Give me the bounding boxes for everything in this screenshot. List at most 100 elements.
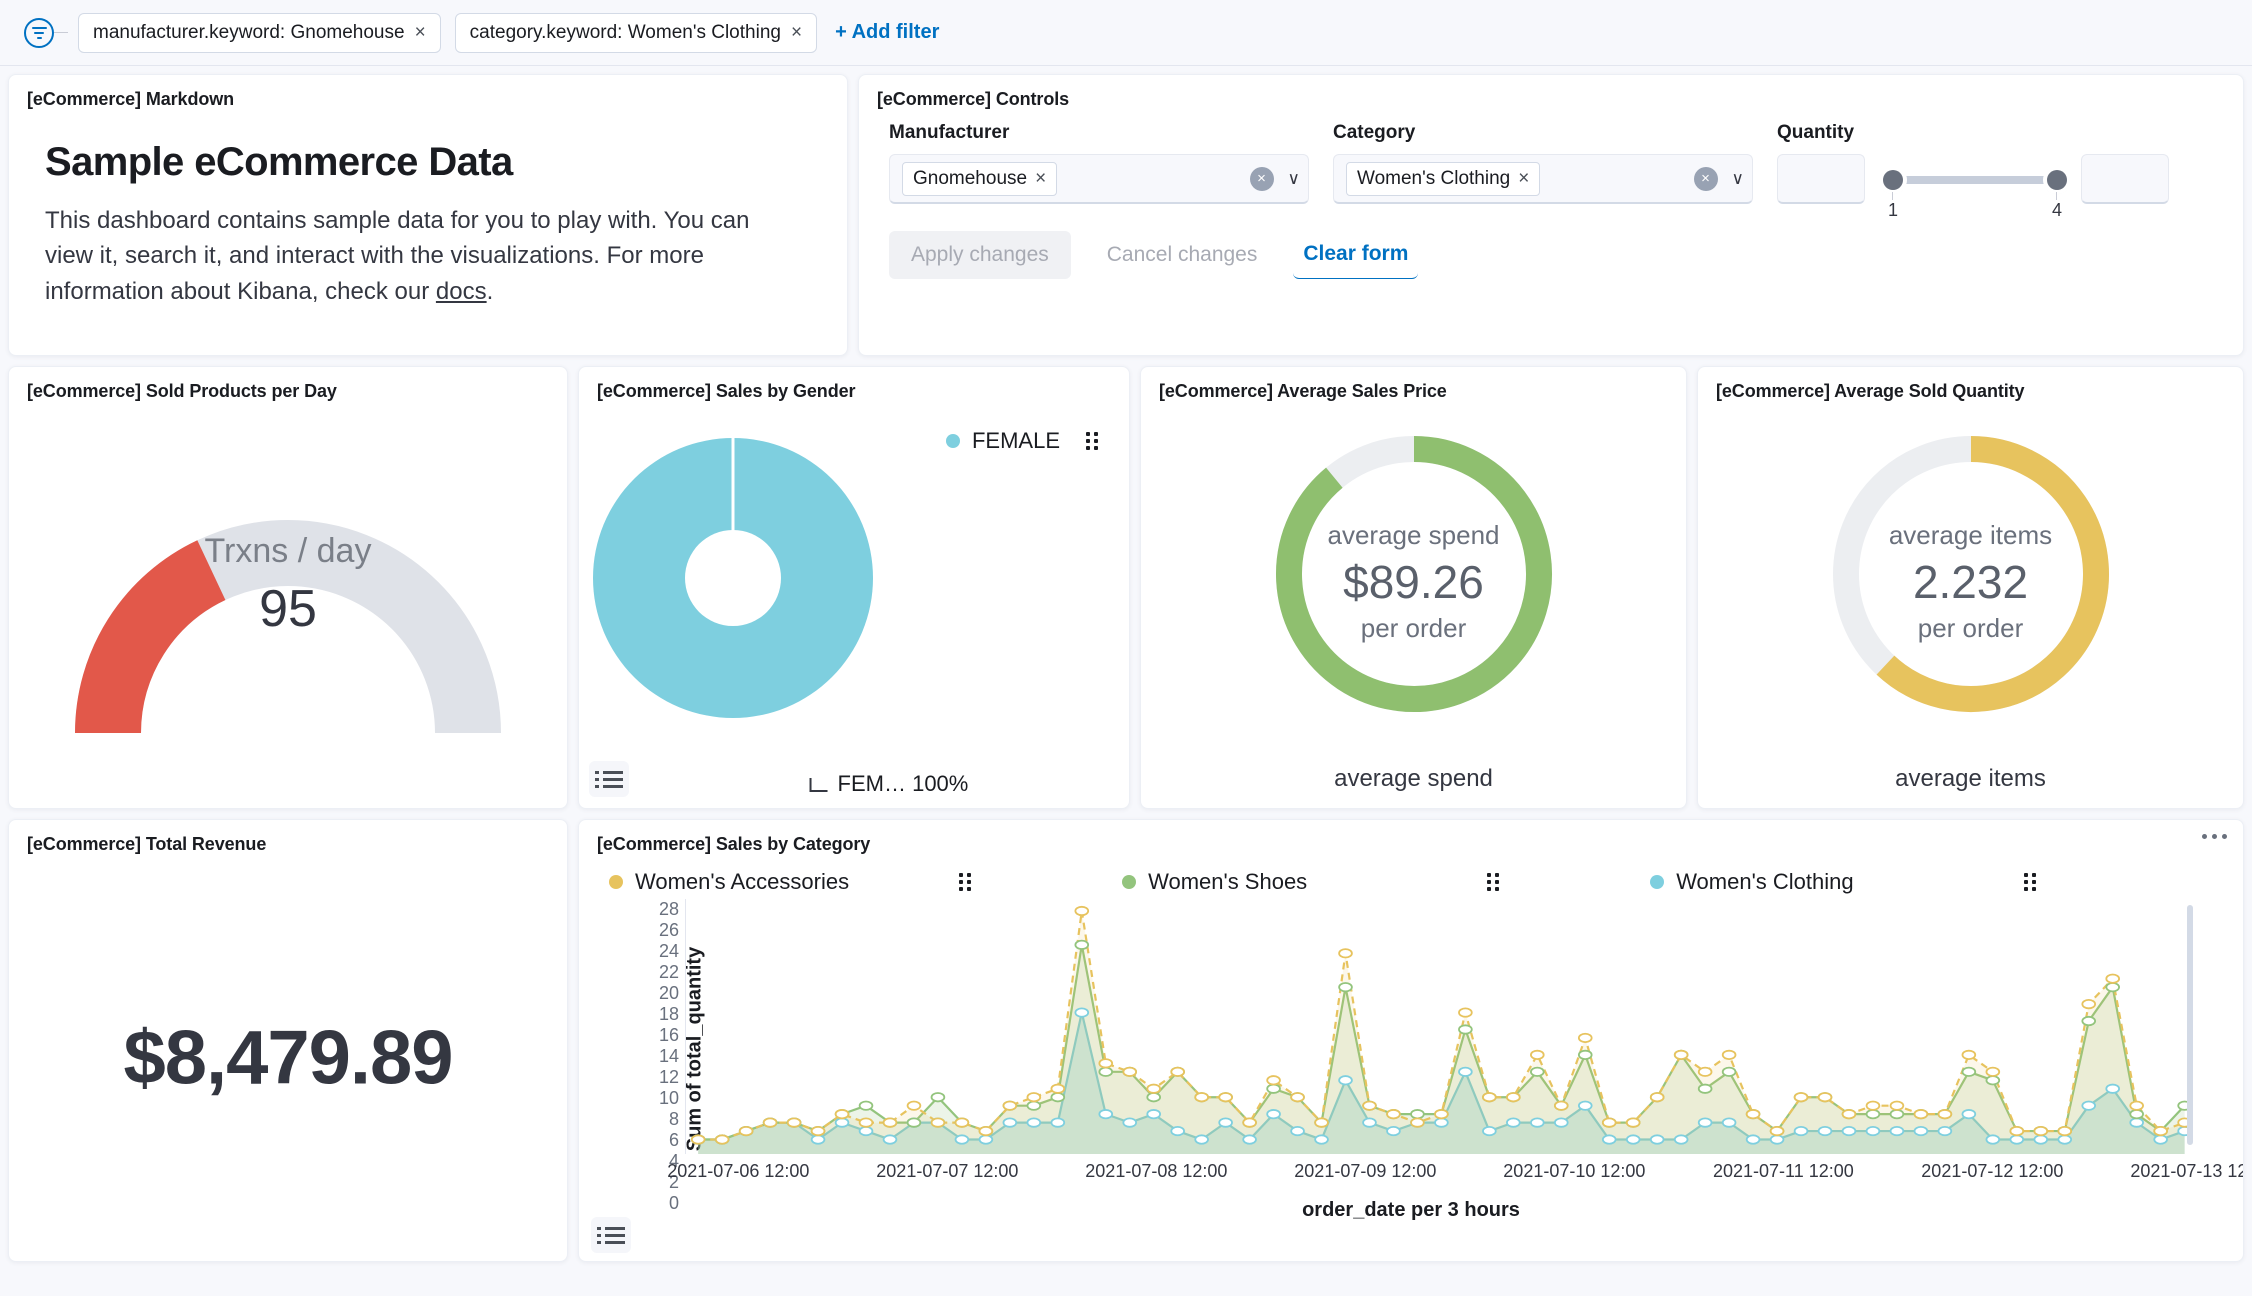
category-combobox[interactable]: Women's Clothing × × ∨ (1333, 154, 1753, 204)
clear-form-button[interactable]: Clear form (1293, 230, 1419, 279)
grip-icon[interactable] (1086, 432, 1099, 450)
pie-slice-label: FEM… 100% (809, 771, 969, 797)
selected-token[interactable]: Women's Clothing × (1346, 161, 1541, 196)
filter-pill-label: manufacturer.keyword: Gnomehouse (93, 21, 405, 43)
cancel-changes-button[interactable]: Cancel changes (1097, 231, 1268, 279)
legend-item-0[interactable]: Women's Accessories (609, 869, 849, 895)
x-axis-tick-label: 2021-07-10 12:00 (1503, 1161, 1646, 1181)
apply-changes-button[interactable]: Apply changes (889, 230, 1071, 279)
y-axis-tick-label: 6 (668, 1130, 679, 1150)
markdown-body: This dashboard contains sample data for … (9, 185, 809, 309)
slider-thumb-max[interactable] (2047, 170, 2067, 190)
quantity-max-input[interactable] (2081, 154, 2169, 204)
slider-thumb-min[interactable] (1883, 170, 1903, 190)
manufacturer-combobox[interactable]: Gnomehouse × × ∨ (889, 154, 1309, 204)
slider-tick-label-max: 4 (2051, 200, 2063, 220)
grip-icon[interactable] (2023, 873, 2037, 891)
panel-controls: [eCommerce] Controls Manufacturer Gnomeh… (858, 74, 2244, 356)
quantity-range-slider[interactable]: 1 4 (1883, 154, 2067, 220)
close-icon[interactable]: × (791, 22, 802, 44)
donut-unit: per order (1917, 613, 2024, 643)
panel-title: [eCommerce] Sales by Gender (597, 381, 856, 401)
donut-footer-label: average items (1895, 765, 2046, 792)
panel-title: [eCommerce] Sales by Category (597, 834, 871, 854)
panel-sold-products-per-day: [eCommerce] Sold Products per Day Trxns … (8, 366, 568, 809)
dashboard-row-3: [eCommerce] Total Revenue $8,479.89 [eCo… (8, 819, 2244, 1262)
legend-label: FEMALE (971, 428, 1060, 453)
panel-menu-icon[interactable] (2202, 834, 2227, 839)
gauge-visualization: Trxns / day 95 (9, 402, 567, 807)
x-axis-tick-label: 2021-07-12 12:00 (1921, 1161, 2064, 1181)
legend-label: Women's Clothing (1676, 869, 1854, 894)
chart-scrollbar[interactable] (2187, 905, 2193, 1145)
panel-markdown: [eCommerce] Markdown Sample eCommerce Da… (8, 74, 848, 356)
pie-legend: FEMALE (945, 428, 1099, 454)
slider-tick-max (2056, 192, 2057, 200)
filter-pill-category[interactable]: category.keyword: Women's Clothing × (454, 12, 818, 53)
legend-item-2[interactable]: Women's Clothing (1650, 869, 1854, 895)
filter-connector (54, 32, 68, 33)
add-filter-button[interactable]: + Add filter (835, 21, 939, 44)
x-axis-tick-label: 2021-07-06 12:00 (667, 1161, 810, 1181)
filter-bar: manufacturer.keyword: Gnomehouse × categ… (0, 0, 2252, 66)
control-label: Category (1333, 122, 1416, 143)
panel-title: [eCommerce] Average Sold Quantity (1716, 381, 2025, 401)
control-category: Category Women's Clothing × × ∨ (1333, 122, 1753, 204)
pie-slice-label-text: FEM… 100% (837, 771, 969, 796)
chevron-down-icon[interactable]: ∨ (1288, 169, 1300, 189)
donut-footer-label: average spend (1334, 765, 1493, 792)
y-axis-tick-label: 18 (658, 1004, 679, 1024)
gauge-label: Trxns / day (204, 532, 372, 570)
y-axis-tick-label: 28 (658, 899, 679, 919)
revenue-metric-value: $8,479.89 (123, 1015, 453, 1100)
legend-item-1[interactable]: Women's Shoes (1122, 869, 1307, 895)
list-icon[interactable] (589, 761, 629, 797)
y-axis-tick-label: 10 (658, 1088, 679, 1108)
panel-average-sales-price: [eCommerce] Average Sales Price average … (1140, 366, 1687, 809)
x-axis-tick-label: 2021-07-09 12:00 (1294, 1161, 1437, 1181)
chart-legend: Women's Accessories Women's Shoes Women'… (579, 855, 2243, 895)
control-label: Manufacturer (889, 122, 1010, 143)
close-icon[interactable]: × (1518, 168, 1529, 190)
controls-button-row: Apply changes Cancel changes Clear form (859, 204, 2243, 279)
list-icon[interactable] (591, 1217, 631, 1253)
donut-value: $89.26 (1343, 556, 1484, 608)
grip-icon[interactable] (959, 873, 972, 891)
clear-icon[interactable]: × (1249, 166, 1274, 191)
panel-title: [eCommerce] Markdown (27, 89, 235, 109)
y-axis-ticks: 28 26 24 22 20 18 16 14 12 10 8 6 4 2 0 (633, 899, 679, 1213)
quantity-min-input[interactable] (1777, 154, 1865, 204)
legend-color-dot (945, 434, 960, 448)
controls-row: Manufacturer Gnomehouse × × ∨ Category W… (859, 110, 2243, 220)
legend-color-dot (609, 875, 623, 889)
y-axis-tick-label: 8 (668, 1109, 679, 1129)
slider-tick-min (1892, 192, 1893, 200)
donut-sub-label: average spend (1327, 520, 1500, 550)
y-axis-tick-label: 26 (658, 920, 679, 940)
filter-icon[interactable] (24, 17, 54, 48)
y-axis-tick-label: 16 (658, 1025, 679, 1045)
x-axis-tick-label: 2021-07-11 12:00 (1712, 1161, 1854, 1181)
clear-icon[interactable]: × (1693, 166, 1718, 191)
donut-center-text: average spend $89.26 per order (1327, 520, 1499, 644)
docs-link[interactable]: docs (436, 278, 487, 305)
panel-title: [eCommerce] Average Sales Price (1159, 381, 1447, 401)
gauge-value: 95 (259, 580, 317, 638)
chevron-down-icon[interactable]: ∨ (1732, 169, 1744, 189)
x-axis-ticks: 2021-07-06 12:00 2021-07-07 12:00 2021-07-… (667, 1161, 2243, 1191)
legend-color-dot (1650, 875, 1665, 889)
close-icon[interactable]: × (415, 22, 426, 44)
grip-icon[interactable] (1487, 873, 1500, 891)
donut-value: 2.232 (1912, 556, 2029, 608)
dashboard-row-1: [eCommerce] Markdown Sample eCommerce Da… (8, 74, 2244, 356)
filter-pill-manufacturer[interactable]: manufacturer.keyword: Gnomehouse × (78, 12, 441, 53)
close-icon[interactable]: × (1035, 168, 1046, 190)
panel-title: [eCommerce] Sold Products per Day (27, 381, 337, 401)
gender-visualization: FEMALE FEM… 100% (579, 402, 1129, 807)
panel-sales-by-gender: [eCommerce] Sales by Gender FEMALE FEM… … (578, 366, 1130, 809)
chart-plot[interactable] (685, 899, 2209, 1154)
quantity-visualization: average items 2.232 per order average it… (1698, 402, 2243, 807)
selected-token[interactable]: Gnomehouse × (902, 161, 1058, 196)
donut-center-text: average items 2.232 per order (1889, 520, 2052, 644)
markdown-body-text-before: This dashboard contains sample data for … (45, 207, 750, 305)
